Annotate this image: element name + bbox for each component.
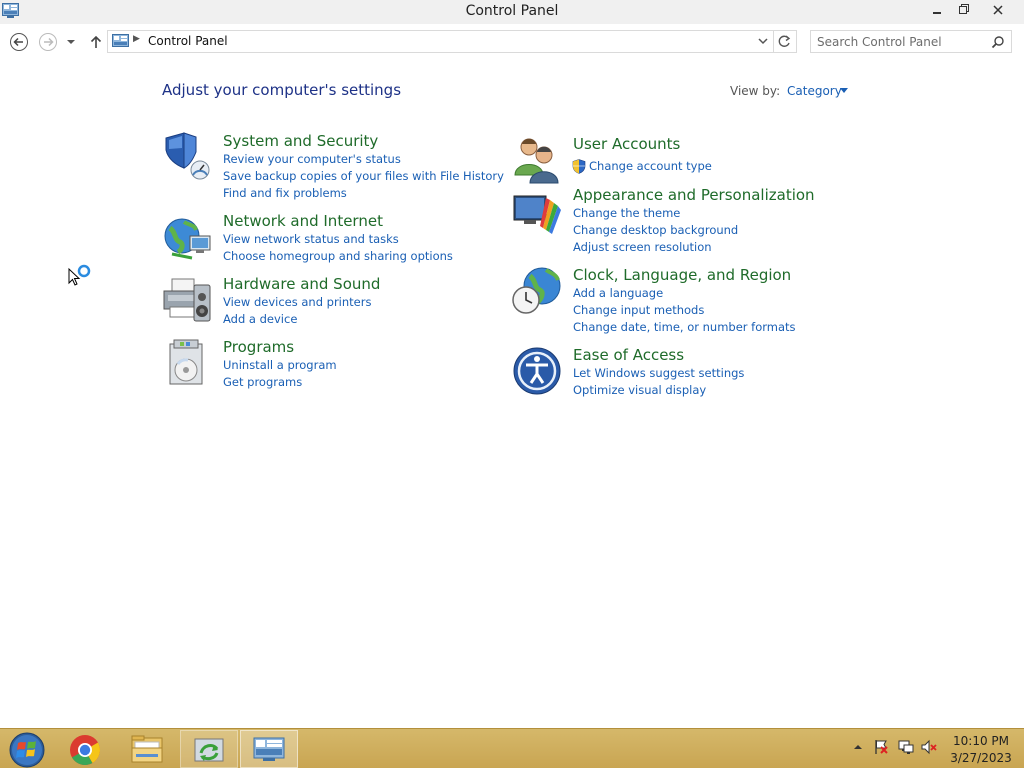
users-icon[interactable] bbox=[512, 135, 562, 185]
search-icon[interactable] bbox=[991, 35, 1005, 49]
action-center-flag-icon[interactable] bbox=[873, 739, 889, 755]
category-system-and-security: System and Security Review your computer… bbox=[162, 132, 504, 204]
recycle-tool-taskbar-button[interactable] bbox=[180, 730, 238, 768]
category-programs: Programs Uninstall a program Get program… bbox=[162, 338, 382, 394]
volume-muted-icon[interactable] bbox=[921, 739, 937, 755]
category-title[interactable]: Ease of Access bbox=[573, 346, 684, 364]
category-title[interactable]: Hardware and Sound bbox=[223, 275, 380, 293]
chevron-down-icon[interactable] bbox=[757, 34, 769, 48]
up-arrow-icon[interactable] bbox=[86, 32, 106, 52]
navigation-bar: ▶ Control Panel bbox=[0, 24, 1024, 60]
taskbar: 10:10 PM 3/27/2023 bbox=[0, 728, 1024, 768]
category-user-accounts: User Accounts Change account type bbox=[512, 135, 752, 185]
chrome-taskbar-button[interactable] bbox=[58, 730, 116, 768]
shield-icon[interactable] bbox=[162, 132, 212, 182]
start-button[interactable] bbox=[0, 730, 58, 768]
busy-cursor-icon bbox=[68, 264, 91, 286]
address-bar[interactable]: ▶ Control Panel bbox=[107, 30, 774, 53]
page-title: Adjust your computer's settings bbox=[162, 81, 402, 99]
link-optimize-display[interactable]: Optimize visual display bbox=[573, 383, 706, 397]
category-title[interactable]: Programs bbox=[223, 338, 294, 356]
category-hardware-and-sound: Hardware and Sound View devices and prin… bbox=[162, 275, 422, 331]
link-add-language[interactable]: Add a language bbox=[573, 286, 663, 300]
accessibility-icon[interactable] bbox=[512, 346, 562, 396]
chevron-down-icon[interactable] bbox=[840, 88, 848, 93]
window-title: Control Panel bbox=[465, 3, 559, 19]
breadcrumb[interactable]: Control Panel bbox=[148, 34, 228, 48]
network-globe-icon[interactable] bbox=[162, 212, 212, 262]
folder-icon bbox=[131, 735, 163, 763]
link-change-theme[interactable]: Change the theme bbox=[573, 206, 680, 220]
monitor-palette-icon[interactable] bbox=[512, 186, 562, 236]
close-button[interactable] bbox=[985, 0, 1011, 22]
link-review-status[interactable]: Review your computer's status bbox=[223, 152, 401, 166]
link-file-history[interactable]: Save backup copies of your files with Fi… bbox=[223, 169, 504, 183]
file-explorer-taskbar-button[interactable] bbox=[120, 730, 178, 768]
link-input-methods[interactable]: Change input methods bbox=[573, 303, 704, 317]
title-bar[interactable]: Control Panel bbox=[0, 0, 1024, 24]
recycle-arrows-icon bbox=[194, 738, 224, 762]
category-title[interactable]: Appearance and Personalization bbox=[573, 186, 815, 204]
control-panel-taskbar-button[interactable] bbox=[240, 730, 298, 768]
globe-clock-icon[interactable] bbox=[512, 266, 562, 316]
link-date-time-formats[interactable]: Change date, time, or number formats bbox=[573, 320, 796, 334]
control-panel-window: Control Panel ▶ Control Panel Search Con… bbox=[0, 0, 1024, 728]
link-find-fix-problems[interactable]: Find and fix problems bbox=[223, 186, 347, 200]
view-by-dropdown[interactable]: Category bbox=[787, 84, 842, 98]
search-box[interactable] bbox=[810, 30, 1012, 53]
view-by-label: View by: bbox=[730, 84, 781, 98]
recent-locations-dropdown[interactable] bbox=[64, 32, 78, 52]
link-suggest-settings[interactable]: Let Windows suggest settings bbox=[573, 366, 744, 380]
control-panel-icon bbox=[253, 737, 285, 761]
back-button[interactable] bbox=[9, 32, 29, 52]
category-title[interactable]: User Accounts bbox=[573, 135, 680, 153]
chrome-icon bbox=[70, 735, 101, 766]
refresh-icon bbox=[778, 35, 791, 47]
link-screen-resolution[interactable]: Adjust screen resolution bbox=[573, 240, 712, 254]
category-network-and-internet: Network and Internet View network status… bbox=[162, 212, 462, 268]
control-panel-icon bbox=[112, 34, 129, 47]
category-appearance-and-personalization: Appearance and Personalization Change th… bbox=[512, 186, 815, 258]
link-change-account-type[interactable]: Change account type bbox=[589, 159, 712, 173]
uac-shield-icon bbox=[572, 159, 586, 174]
windows-logo-icon bbox=[9, 732, 45, 768]
link-homegroup[interactable]: Choose homegroup and sharing options bbox=[223, 249, 453, 263]
category-title[interactable]: Network and Internet bbox=[223, 212, 383, 230]
show-hidden-icons-button[interactable] bbox=[850, 739, 866, 755]
link-devices-printers[interactable]: View devices and printers bbox=[223, 295, 371, 309]
minimize-button[interactable] bbox=[924, 0, 950, 22]
restore-button[interactable] bbox=[950, 0, 976, 22]
link-get-programs[interactable]: Get programs bbox=[223, 375, 302, 389]
network-status-icon[interactable] bbox=[898, 739, 914, 755]
breadcrumb-separator-icon[interactable]: ▶ bbox=[133, 34, 140, 44]
link-desktop-background[interactable]: Change desktop background bbox=[573, 223, 738, 237]
refresh-button[interactable] bbox=[773, 30, 797, 53]
link-uninstall-program[interactable]: Uninstall a program bbox=[223, 358, 337, 372]
forward-button[interactable] bbox=[38, 32, 58, 52]
category-title[interactable]: System and Security bbox=[223, 132, 378, 150]
clock-time[interactable]: 10:10 PM bbox=[950, 734, 1012, 748]
link-network-status[interactable]: View network status and tasks bbox=[223, 232, 399, 246]
printer-speaker-icon[interactable] bbox=[162, 275, 212, 325]
category-title[interactable]: Clock, Language, and Region bbox=[573, 266, 791, 284]
category-clock-language-region: Clock, Language, and Region Add a langua… bbox=[512, 266, 802, 338]
programs-disc-icon[interactable] bbox=[162, 338, 212, 388]
search-input[interactable] bbox=[817, 33, 987, 50]
category-ease-of-access: Ease of Access Let Windows suggest setti… bbox=[512, 346, 772, 402]
clock-date[interactable]: 3/27/2023 bbox=[950, 751, 1012, 765]
link-add-device[interactable]: Add a device bbox=[223, 312, 297, 326]
